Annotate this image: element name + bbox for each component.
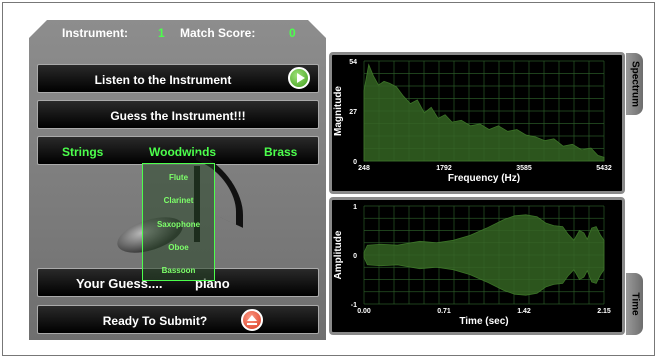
time-panel: 0.00 0.71 1.42 2.15 1 0 -1 Time (sec) Amplitude — [329, 197, 625, 335]
x-axis-label: Time (sec) — [459, 316, 508, 327]
x-tick-label: 2.15 — [597, 308, 611, 315]
x-tick-label: 248 — [358, 165, 370, 172]
dropdown-option-oboe[interactable]: Oboe — [143, 243, 214, 252]
score-value: 0 — [289, 26, 296, 40]
instrument-label: Instrument: — [62, 26, 128, 40]
y-tick-label: 27 — [349, 109, 357, 116]
x-axis-label: Frequency (Hz) — [448, 173, 520, 184]
guess-prompt-label: Guess the Instrument!!! — [110, 109, 246, 123]
woodwinds-dropdown[interactable]: Flute Clarinet Saxophone Oboe Bassoon — [142, 163, 215, 281]
x-tick-label: 1.42 — [517, 308, 531, 315]
play-icon[interactable] — [288, 67, 310, 89]
time-chart: 0.00 0.71 1.42 2.15 1 0 -1 Time (sec) Amplitude — [333, 204, 611, 327]
dropdown-option-bassoon[interactable]: Bassoon — [143, 266, 214, 275]
y-tick-label: 1 — [353, 204, 357, 211]
x-tick-label: 0.00 — [357, 308, 371, 315]
tab-time-label: Time — [629, 292, 640, 316]
tab-spectrum-label: Spectrum — [629, 60, 640, 108]
x-tick-label: 1792 — [436, 165, 452, 172]
category-brass[interactable]: Brass — [264, 145, 297, 159]
y-axis-label: Amplitude — [333, 230, 344, 279]
y-tick-label: 0 — [353, 159, 357, 166]
x-tick-label: 5432 — [596, 165, 612, 172]
spectrum-panel: 248 1792 3585 5432 54 27 0 Frequency (Hz) Magnit… — [329, 52, 625, 194]
tab-spectrum[interactable]: Spectrum — [626, 53, 643, 115]
dropdown-option-saxophone[interactable]: Saxophone — [143, 220, 214, 229]
x-tick-label: 3585 — [516, 165, 532, 172]
tab-time[interactable]: Time — [626, 273, 643, 335]
dropdown-option-clarinet[interactable]: Clarinet — [143, 196, 214, 205]
dropdown-option-flute[interactable]: Flute — [143, 173, 214, 182]
x-tick-label: 0.71 — [437, 308, 451, 315]
listen-button[interactable]: Listen to the Instrument — [37, 64, 319, 93]
submit-button[interactable]: Ready To Submit? — [37, 305, 319, 334]
y-axis-label: Magnitude — [333, 86, 344, 136]
y-tick-label: 54 — [349, 59, 357, 66]
y-tick-label: -1 — [351, 302, 357, 309]
guess-prompt-bar: Guess the Instrument!!! — [37, 100, 319, 129]
score-label: Match Score: — [180, 26, 256, 40]
y-tick-label: 0 — [353, 253, 357, 260]
spectrum-chart: 248 1792 3585 5432 54 27 0 Frequency (Hz) Magnit… — [333, 59, 612, 184]
eject-icon[interactable] — [241, 309, 263, 331]
score-header: Instrument: 1 Match Score: 0 — [29, 20, 326, 46]
category-strings[interactable]: Strings — [62, 145, 103, 159]
listen-label: Listen to the Instrument — [94, 73, 232, 87]
submit-label: Ready To Submit? — [102, 314, 208, 328]
instrument-value: 1 — [158, 26, 165, 40]
